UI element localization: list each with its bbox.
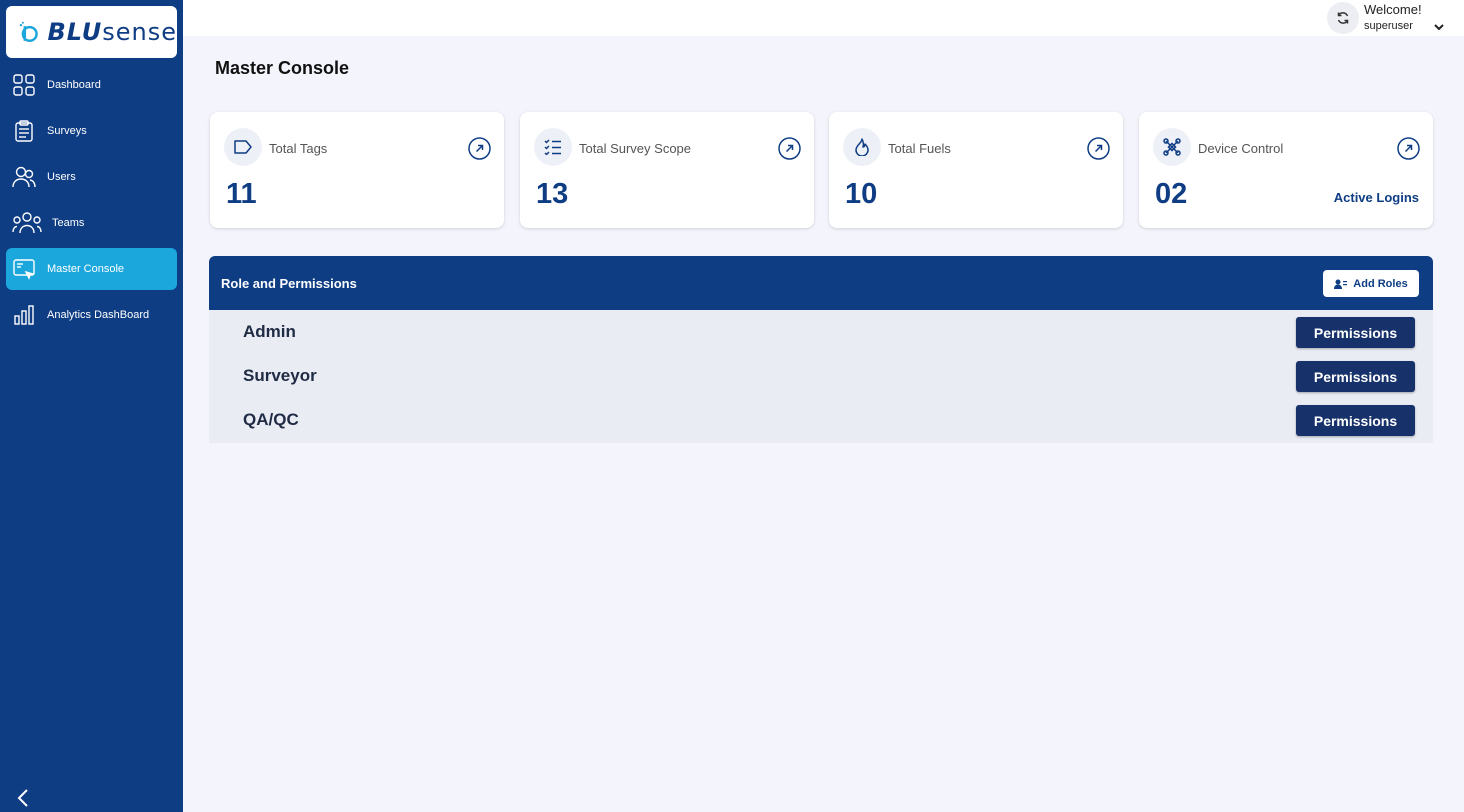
sidebar-item-master-console[interactable]: Master Console: [6, 248, 177, 290]
chevron-down-icon[interactable]: [1432, 20, 1446, 34]
console-icon: [12, 257, 36, 281]
brand-wordmark: BLUsense: [47, 18, 177, 46]
flame-icon: [843, 128, 881, 166]
role-name: Surveyor: [243, 366, 317, 385]
add-roles-label: Add Roles: [1353, 277, 1408, 290]
refresh-button[interactable]: [1327, 2, 1359, 34]
stat-card-total-tags: Total Tags 11: [210, 112, 504, 228]
stat-card-total-survey-scope: Total Survey Scope 13: [520, 112, 814, 228]
roles-title: Role and Permissions: [221, 275, 357, 291]
page-title: Master Console: [215, 58, 350, 78]
card-title: Total Survey Scope: [579, 141, 692, 156]
sidebar-item-label: Users: [47, 171, 76, 183]
add-roles-button[interactable]: Add Roles: [1323, 270, 1419, 297]
sidebar-item-analytics-dashboard[interactable]: Analytics DashBoard: [6, 294, 177, 336]
role-row: Surveyor Permissions: [209, 354, 1433, 398]
card-value: 10: [845, 178, 878, 210]
sidebar-item-label: Analytics DashBoard: [47, 309, 150, 321]
card-value: 02: [1155, 178, 1188, 210]
role-row: QA/QC Permissions: [209, 398, 1433, 442]
role-row: Admin Permissions: [209, 310, 1433, 354]
arrow-up-right-icon[interactable]: [1087, 137, 1110, 160]
role-name: QA/QC: [243, 410, 299, 429]
bar-chart-icon: [12, 303, 36, 327]
sidebar-item-surveys[interactable]: Surveys: [6, 110, 177, 152]
refresh-icon: [1337, 12, 1349, 24]
arrow-up-right-icon[interactable]: [778, 137, 801, 160]
teams-icon: [12, 211, 42, 235]
permissions-button[interactable]: Permissions: [1296, 405, 1415, 436]
tag-icon: [224, 128, 262, 166]
stat-card-device-control: Device Control 02 Active Logins: [1139, 112, 1433, 228]
card-title: Total Tags: [269, 141, 328, 156]
sidebar-item-label: Surveys: [47, 125, 87, 137]
card-value: 11: [226, 178, 257, 210]
device-control-icon: [1153, 128, 1191, 166]
welcome-text: Welcome!: [1364, 2, 1422, 17]
arrow-up-right-icon[interactable]: [1397, 137, 1420, 160]
sidebar-item-teams[interactable]: Teams: [6, 202, 177, 244]
top-bar: Welcome! superuser: [183, 0, 1464, 36]
role-name: Admin: [243, 322, 296, 341]
roles-permissions-panel: Role and Permissions Add Roles Admin Per…: [209, 256, 1433, 443]
clipboard-icon: [12, 119, 36, 143]
active-logins-link[interactable]: Active Logins: [1334, 190, 1419, 205]
sidebar-item-dashboard[interactable]: Dashboard: [6, 64, 177, 106]
sidebar: BLUsense Dashboard Surveys Users Teams M…: [0, 0, 183, 812]
logo-mark-icon: [19, 21, 38, 43]
add-user-icon: [1334, 279, 1348, 289]
sidebar-item-label: Master Console: [47, 263, 125, 275]
checklist-icon: [534, 128, 572, 166]
brand-logo[interactable]: BLUsense: [6, 6, 177, 58]
chevron-left-icon[interactable]: [14, 788, 34, 808]
users-icon: [12, 165, 36, 189]
username[interactable]: superuser: [1364, 20, 1413, 32]
sidebar-item-users[interactable]: Users: [6, 156, 177, 198]
stat-card-total-fuels: Total Fuels 10: [829, 112, 1123, 228]
permissions-button[interactable]: Permissions: [1296, 317, 1415, 348]
sidebar-item-label: Teams: [52, 217, 85, 229]
grid-icon: [12, 73, 36, 97]
card-title: Device Control: [1198, 141, 1284, 156]
permissions-button[interactable]: Permissions: [1296, 361, 1415, 392]
sidebar-item-label: Dashboard: [47, 79, 101, 91]
card-title: Total Fuels: [888, 141, 951, 156]
roles-header: Role and Permissions Add Roles: [209, 256, 1433, 310]
arrow-up-right-icon[interactable]: [468, 137, 491, 160]
card-value: 13: [536, 178, 569, 210]
